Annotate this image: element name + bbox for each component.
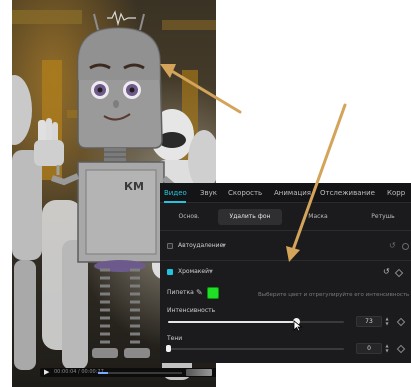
shadows-slider-thumb[interactable]	[165, 345, 171, 352]
editor-panel: Видео Звук Скорость Анимация Отслеживани…	[160, 183, 411, 363]
shadows-stepper[interactable]: ▲ ▼	[384, 343, 390, 354]
tab-tracking[interactable]: Отслеживание	[320, 189, 375, 197]
keyframe-diamond-icon[interactable]	[396, 344, 406, 354]
video-player-controls: ▶ 00:00:04 / 00:00:27	[40, 368, 216, 377]
playback-progress-fill	[98, 372, 109, 374]
intensity-label: Интенсивность	[167, 307, 216, 314]
intensity-value-input[interactable]: 73	[356, 316, 382, 327]
auto-remove-label: Автоудаление	[178, 242, 224, 249]
chevron-down-icon[interactable]: ▼	[209, 268, 213, 276]
chevron-down-icon[interactable]: ▼	[222, 242, 226, 250]
keyframe-diamond-icon[interactable]	[396, 317, 406, 327]
keyframe-diamond-icon[interactable]	[394, 268, 404, 278]
play-icon[interactable]: ▶	[44, 369, 49, 376]
divider	[160, 230, 411, 231]
video-subtabs: Основ. Удалить фон Маска Ретушь	[164, 209, 411, 225]
subtab-retouch[interactable]: Ретушь	[354, 209, 411, 225]
mouse-cursor-icon	[293, 320, 303, 332]
active-tab-indicator	[164, 201, 186, 203]
reset-icon[interactable]: ↺	[389, 242, 396, 250]
playback-time: 00:00:04 / 00:00:27	[54, 369, 104, 375]
subtab-basic[interactable]: Основ.	[166, 209, 212, 225]
keyframe-icon[interactable]	[402, 243, 409, 250]
playback-progress[interactable]	[98, 372, 182, 374]
tab-correction[interactable]: Корр	[387, 189, 405, 197]
key-color-swatch[interactable]	[207, 287, 219, 299]
tab-speed[interactable]: Скорость	[228, 189, 262, 197]
subtab-remove-background[interactable]: Удалить фон	[218, 209, 282, 225]
eyedropper-icon[interactable]: ✎	[196, 289, 203, 297]
intensity-slider-fill	[168, 321, 297, 323]
divider	[160, 260, 411, 261]
chroma-key-checkbox[interactable]	[167, 269, 173, 275]
shadows-value-input[interactable]: 0	[356, 343, 382, 354]
shadows-label: Тени	[167, 335, 183, 342]
eyedropper-hint: Выберите цвет и отрегулируйте его интенс…	[258, 292, 410, 298]
auto-remove-checkbox[interactable]	[167, 243, 173, 249]
tab-audio[interactable]: Звук	[200, 189, 217, 197]
eyedropper-label: Пипетка	[167, 289, 194, 296]
property-tabs: Видео Звук Скорость Анимация Отслеживани…	[160, 183, 411, 203]
chroma-key-label: Хромакей	[178, 268, 210, 275]
tab-video[interactable]: Видео	[164, 189, 187, 197]
volume-slider[interactable]	[186, 369, 212, 376]
svg-text:КМ: КМ	[124, 180, 144, 193]
reset-icon[interactable]: ↺	[383, 268, 390, 276]
intensity-stepper[interactable]: ▲ ▼	[384, 316, 390, 327]
intensity-slider[interactable]	[168, 321, 344, 323]
shadows-slider[interactable]	[168, 348, 344, 350]
subtab-mask[interactable]: Маска	[290, 209, 346, 225]
tab-animation[interactable]: Анимация	[274, 189, 311, 197]
